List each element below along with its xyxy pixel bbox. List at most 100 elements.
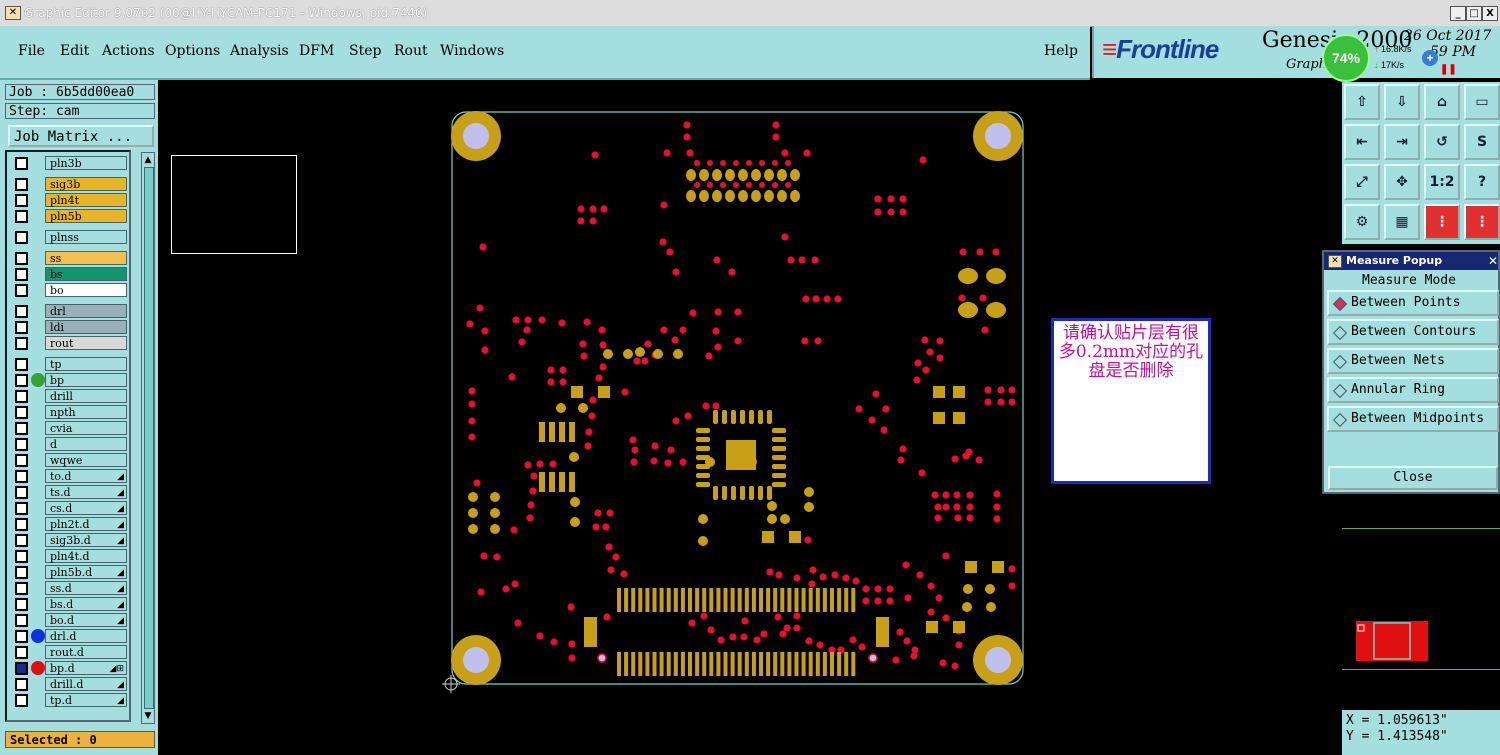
layer-row-bs[interactable]: bs: [11, 267, 131, 282]
layer-row-pln5b[interactable]: pln5b: [11, 209, 131, 224]
memory-usage-badge[interactable]: 74%: [1322, 34, 1370, 82]
layer-row-bs-d[interactable]: bs.d ◢: [11, 597, 131, 612]
step-in-icon[interactable]: ⇤: [1344, 124, 1380, 160]
layer-row-bo-d[interactable]: bo.d ◢: [11, 613, 131, 628]
layer-checkbox[interactable]: [15, 284, 28, 297]
layer-checkbox[interactable]: [15, 438, 28, 451]
layer-row-drill-d[interactable]: drill.d ◢: [11, 677, 131, 692]
layer-checkbox[interactable]: [15, 231, 28, 244]
layer-row-npth[interactable]: npth: [11, 405, 131, 420]
menu-step[interactable]: Step: [349, 43, 381, 59]
layer-checkbox[interactable]: [15, 678, 28, 691]
layer-checkbox[interactable]: [15, 630, 28, 643]
layer-checkbox[interactable]: [15, 454, 28, 467]
layer-row-ts-d[interactable]: ts.d ◢: [11, 485, 131, 500]
layer-row-ss-d[interactable]: ss.d ◢: [11, 581, 131, 596]
layer-checkbox[interactable]: [15, 178, 28, 191]
scroll-down-icon[interactable]: ▼: [143, 711, 153, 721]
layer-row-drill[interactable]: drill: [11, 389, 131, 404]
option-between-nets[interactable]: Between Nets: [1327, 348, 1499, 374]
layer-row-pln5b-d[interactable]: pln5b.d ◢: [11, 565, 131, 580]
layer-row-ss[interactable]: ss: [11, 251, 131, 266]
layer-checkbox[interactable]: [15, 337, 28, 350]
layer-name[interactable]: drl: [45, 304, 127, 318]
window-icon[interactable]: ▭: [1464, 84, 1500, 120]
layer-row-pln4t-d[interactable]: pln4t.d: [11, 549, 131, 564]
layer-row-drl[interactable]: drl: [11, 304, 131, 319]
layer-name[interactable]: wqwe: [45, 453, 127, 467]
layer-name[interactable]: rout: [45, 336, 127, 350]
layer-name[interactable]: pln3b: [45, 156, 127, 170]
layer-checkbox[interactable]: [15, 550, 28, 563]
layer-row-bo[interactable]: bo: [11, 283, 131, 298]
layer-checkbox[interactable]: [15, 534, 28, 547]
layer-name[interactable]: ldi: [45, 320, 127, 334]
layer-row-rout-d[interactable]: rout.d: [11, 645, 131, 660]
option-between-midpoints[interactable]: Between Midpoints: [1327, 406, 1499, 432]
grid-icon[interactable]: ▦: [1384, 204, 1420, 240]
minimize-button[interactable]: _: [1450, 6, 1466, 21]
layer-name[interactable]: sig3b: [45, 177, 127, 191]
layer-checkbox[interactable]: [15, 358, 28, 371]
layer-name[interactable]: tp.d ◢: [45, 693, 127, 707]
network-speed-widget[interactable]: 74% ↑ 16.8K/s ↓ 17K/s + ❚❚: [1322, 34, 1457, 82]
layer-checkbox[interactable]: [15, 566, 28, 579]
layer-name[interactable]: pln5b.d ◢: [45, 565, 127, 579]
layer-name[interactable]: drill: [45, 389, 127, 403]
layer-name[interactable]: sig3b.d ◢: [45, 533, 127, 547]
layer-checkbox[interactable]: [15, 321, 28, 334]
move-up-icon[interactable]: ⇧: [1344, 84, 1380, 120]
plus-icon[interactable]: +: [1422, 50, 1438, 66]
layer-name[interactable]: to.d ◢: [45, 469, 127, 483]
layer-row-bp-d[interactable]: bp.d ◢⊞: [11, 661, 131, 676]
layer-checkbox[interactable]: [15, 502, 28, 515]
layer-checkbox[interactable]: [15, 662, 28, 675]
popup-close-icon[interactable]: ✕: [1488, 254, 1498, 268]
help-icon[interactable]: ?: [1464, 164, 1500, 200]
layer-name[interactable]: bo: [45, 283, 127, 297]
layer-checkbox[interactable]: [15, 194, 28, 207]
layer-checkbox[interactable]: [15, 582, 28, 595]
layer-name[interactable]: cs.d ◢: [45, 501, 127, 515]
layer-checkbox[interactable]: [15, 252, 28, 265]
layer-row-bp[interactable]: bp: [11, 373, 131, 388]
snap-icon[interactable]: S: [1464, 124, 1500, 160]
layer-name[interactable]: plnss: [45, 230, 127, 244]
layer-checkbox[interactable]: [15, 486, 28, 499]
close-window-button[interactable]: X: [1482, 6, 1498, 21]
layer-checkbox[interactable]: [15, 694, 28, 707]
menu-windows[interactable]: Windows: [440, 43, 504, 59]
layer-checkbox[interactable]: [15, 210, 28, 223]
layer-row-plnss[interactable]: plnss: [11, 230, 131, 245]
menu-actions[interactable]: Actions: [102, 43, 155, 59]
undo-icon[interactable]: ↺: [1424, 124, 1460, 160]
layer-checkbox[interactable]: [15, 598, 28, 611]
layer-checkbox[interactable]: [15, 470, 28, 483]
measure-close-button[interactable]: Close: [1328, 466, 1498, 490]
option-between-points[interactable]: Between Points: [1327, 290, 1499, 316]
layer-name[interactable]: ss: [45, 251, 127, 265]
maximize-button[interactable]: □: [1466, 6, 1482, 21]
layer-name[interactable]: bs: [45, 267, 127, 281]
layer-row-drl-d[interactable]: drl.d: [11, 629, 131, 644]
home-icon[interactable]: ⌂: [1424, 84, 1460, 120]
layer-name[interactable]: cvia: [45, 421, 127, 435]
layer-row-rout[interactable]: rout: [11, 336, 131, 351]
layer-checkbox[interactable]: [15, 157, 28, 170]
layer-checkbox[interactable]: [15, 614, 28, 627]
layer-name[interactable]: d: [45, 437, 127, 451]
menu-edit[interactable]: Edit: [60, 43, 89, 59]
layer-checkbox[interactable]: [15, 374, 28, 387]
layer-row-tp[interactable]: tp: [11, 357, 131, 372]
layer-row-sig3b[interactable]: sig3b: [11, 177, 131, 192]
layer-checkbox[interactable]: [15, 390, 28, 403]
layer-name[interactable]: bs.d ◢: [45, 597, 127, 611]
layer-name[interactable]: drill.d ◢: [45, 677, 127, 691]
layer-row-d[interactable]: d: [11, 437, 131, 452]
menu-file[interactable]: File: [18, 43, 45, 59]
layer-row-wqwe[interactable]: wqwe: [11, 453, 131, 468]
menu-dfm[interactable]: DFM: [299, 43, 334, 59]
layer-name[interactable]: pln4t.d: [45, 549, 127, 563]
layer-row-sig3b-d[interactable]: sig3b.d ◢: [11, 533, 131, 548]
menu-help[interactable]: Help: [1044, 43, 1078, 59]
